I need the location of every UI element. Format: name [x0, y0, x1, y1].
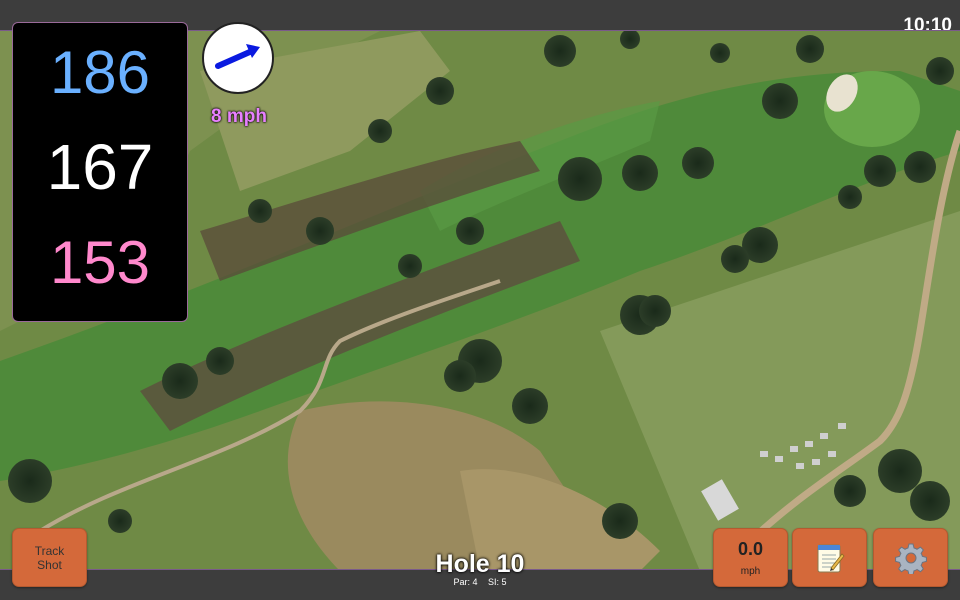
speed-button[interactable]: 0.0 mph: [713, 528, 788, 587]
track-shot-button[interactable]: Track Shot: [12, 528, 87, 587]
speed-unit: mph: [740, 566, 761, 577]
settings-button[interactable]: [873, 528, 948, 587]
hole-title: Hole 10: [435, 550, 525, 578]
track-shot-label-line1: Track: [34, 543, 65, 558]
wind-direction-indicator: [202, 22, 274, 94]
distance-panel: 186 167 153: [12, 22, 188, 322]
wind-arrow-icon: [215, 44, 260, 69]
hole-par: Par: 4: [453, 577, 478, 587]
hole-info: Par: 4 SI: 5: [380, 577, 580, 587]
speed-value: 0.0: [737, 539, 764, 559]
hole-stroke-index: SI: 5: [488, 577, 507, 587]
back-of-green-distance: 186: [49, 39, 151, 106]
gear-icon: [894, 543, 927, 574]
wind-speed: 8 mph: [211, 106, 267, 127]
front-of-green-distance: 153: [49, 229, 151, 296]
track-shot-label-line2: Shot: [37, 557, 62, 572]
middle-of-green-distance: 167: [46, 131, 154, 203]
notepad-icon: [817, 544, 845, 572]
notes-button[interactable]: [792, 528, 867, 587]
